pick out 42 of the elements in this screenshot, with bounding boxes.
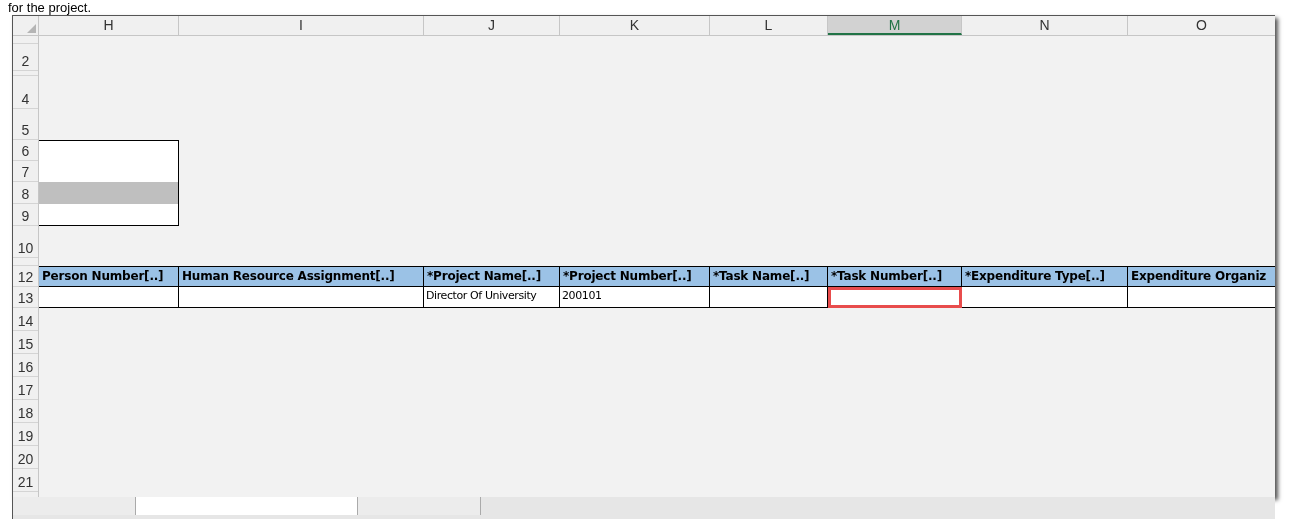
column-heading: *Project Name[..] [424, 266, 560, 287]
row-number[interactable]: 14 [17, 313, 34, 330]
table-cell[interactable] [179, 287, 424, 308]
row-number[interactable]: 8 [21, 186, 30, 203]
row-number[interactable]: 12 [17, 269, 34, 286]
column-header[interactable]: M [828, 16, 962, 35]
column-heading: Human Resource Assignment[..] [179, 266, 424, 287]
row-number[interactable]: 19 [17, 428, 34, 445]
column-header[interactable]: H [39, 16, 179, 35]
column-heading: *Task Name[..] [710, 266, 828, 287]
table-cell[interactable]: Director Of University [424, 287, 560, 308]
table-cell[interactable] [828, 287, 962, 308]
row-number[interactable]: 13 [17, 290, 34, 307]
row-number[interactable]: 21 [17, 474, 34, 491]
row-number[interactable]: 10 [17, 240, 34, 257]
column-heading: *Task Number[..] [828, 266, 962, 287]
row-number[interactable]: 20 [17, 451, 34, 468]
table-cell[interactable] [1128, 287, 1275, 308]
row-number[interactable]: 15 [17, 336, 34, 353]
caption-text: for the project. [8, 0, 92, 15]
row-number[interactable]: 7 [21, 164, 30, 181]
row-number[interactable]: 6 [21, 143, 30, 160]
row-number[interactable]: 9 [21, 208, 30, 225]
row-number[interactable]: 17 [17, 382, 34, 399]
column-heading: Person Number[..] [39, 266, 179, 287]
table-cell[interactable] [39, 287, 179, 308]
table-cell[interactable] [710, 287, 828, 308]
column-heading: *Expenditure Type[..] [962, 266, 1128, 287]
table-cell[interactable] [962, 287, 1128, 308]
column-header[interactable]: I [179, 16, 424, 35]
column-header[interactable]: N [962, 16, 1128, 35]
row-number[interactable]: 16 [17, 359, 34, 376]
table-cell[interactable]: 200101 [560, 287, 710, 308]
column-header[interactable]: J [424, 16, 560, 35]
row-number[interactable]: 2 [21, 53, 30, 70]
row-number[interactable]: 18 [17, 405, 34, 422]
column-header[interactable]: K [560, 16, 710, 35]
column-heading: Expenditure Organiz [1128, 266, 1275, 287]
row-number[interactable]: 5 [21, 122, 30, 139]
row-number[interactable]: 4 [21, 91, 30, 108]
column-heading: *Project Number[..] [560, 266, 710, 287]
column-header[interactable]: O [1128, 16, 1275, 35]
